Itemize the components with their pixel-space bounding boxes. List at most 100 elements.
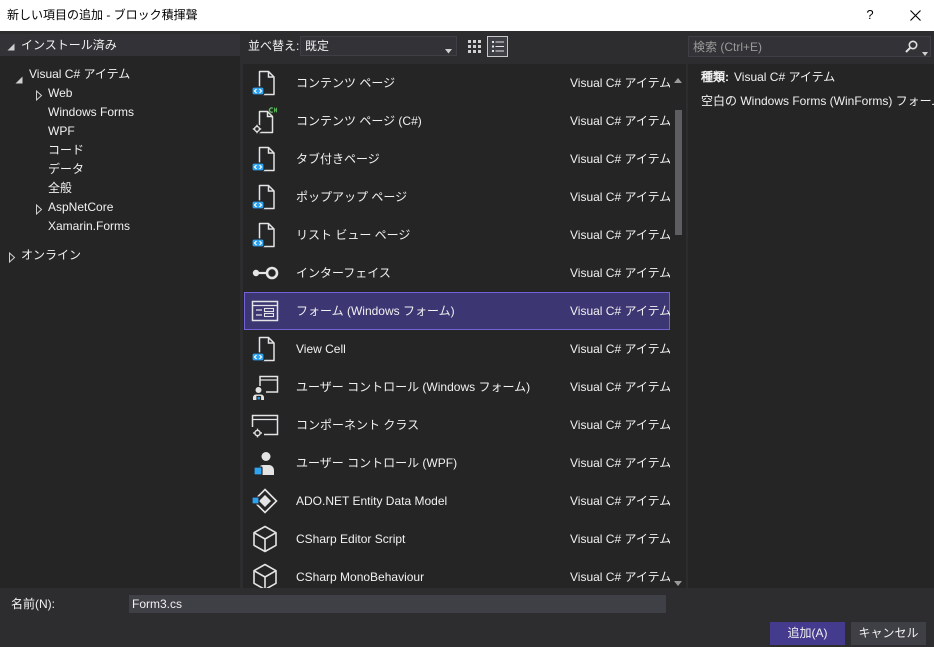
tree-node-web[interactable]: Web bbox=[0, 84, 240, 103]
template-type: Visual C# アイテム bbox=[570, 304, 670, 318]
template-item[interactable]: CSharp Editor Script Visual C# アイテム bbox=[244, 520, 670, 558]
template-name: CSharp Editor Script bbox=[296, 532, 406, 546]
user-control-icon bbox=[250, 372, 280, 402]
template-name: リスト ビュー ページ bbox=[296, 228, 411, 242]
template-type: Visual C# アイテム bbox=[570, 266, 670, 280]
collapsed-arrow-icon[interactable] bbox=[35, 88, 43, 102]
category-installed[interactable]: インストール済み bbox=[0, 34, 240, 56]
sort-value: 既定 bbox=[305, 39, 330, 53]
tree-node-visual-csharp-items[interactable]: Visual C# アイテム bbox=[0, 65, 240, 84]
scroll-up-arrow-icon[interactable] bbox=[674, 72, 682, 86]
tree-node-general[interactable]: 全般 bbox=[0, 179, 240, 198]
template-item[interactable]: コンテンツ ページ (C#) Visual C# アイテム bbox=[244, 102, 670, 140]
template-item[interactable]: コンポーネント クラス Visual C# アイテム bbox=[244, 406, 670, 444]
collapsed-arrow-icon[interactable] bbox=[35, 202, 43, 216]
template-item[interactable]: ユーザー コントロール (Windows フォーム) Visual C# アイテム bbox=[244, 368, 670, 406]
template-item[interactable]: ポップアップ ページ Visual C# アイテム bbox=[244, 178, 670, 216]
template-name: コンテンツ ページ (C#) bbox=[296, 114, 422, 128]
page-icon bbox=[250, 182, 280, 212]
tree-node-label: Web bbox=[48, 86, 73, 100]
details-description: 空白の Windows Forms (WinForms) フォーム bbox=[701, 94, 934, 108]
template-name: ポップアップ ページ bbox=[296, 190, 408, 204]
template-type: Visual C# アイテム bbox=[570, 532, 670, 546]
template-name: ユーザー コントロール (WPF) bbox=[296, 456, 458, 470]
cancel-button[interactable]: キャンセル bbox=[851, 622, 926, 645]
template-name: CSharp MonoBehaviour bbox=[296, 570, 425, 584]
template-type: Visual C# アイテム bbox=[570, 456, 670, 470]
template-item[interactable]: リスト ビュー ページ Visual C# アイテム bbox=[244, 216, 670, 254]
chevron-down-icon bbox=[445, 43, 452, 57]
scrollbar-thumb[interactable] bbox=[675, 110, 682, 235]
template-item[interactable]: ユーザー コントロール (WPF) Visual C# アイテム bbox=[244, 444, 670, 482]
grid-view-button[interactable] bbox=[464, 36, 485, 57]
add-button[interactable]: 追加(A) bbox=[770, 622, 845, 645]
tree-node-label: Windows Forms bbox=[48, 105, 135, 119]
tree-node-label: コード bbox=[48, 143, 85, 157]
wpf-user-control-icon bbox=[250, 448, 280, 478]
tree-node-data[interactable]: データ bbox=[0, 160, 240, 179]
template-item[interactable]: ADO.NET Entity Data Model Visual C# アイテム bbox=[244, 482, 670, 520]
template-item[interactable]: インターフェイス Visual C# アイテム bbox=[244, 254, 670, 292]
csharp-page-icon bbox=[250, 106, 280, 136]
template-item[interactable]: CSharp MonoBehaviour Visual C# アイテム bbox=[244, 558, 670, 588]
details-type-value: Visual C# アイテム bbox=[734, 70, 836, 84]
tree-node-label: Visual C# アイテム bbox=[29, 67, 131, 81]
window-title: 新しい項目の追加 - ブロック積揮聲 bbox=[7, 8, 198, 22]
template-list-scrollbar[interactable] bbox=[670, 64, 686, 588]
template-name: コンテンツ ページ bbox=[296, 76, 396, 90]
page-icon bbox=[250, 220, 280, 250]
name-label: 名前(N): bbox=[11, 597, 55, 611]
template-type: Visual C# アイテム bbox=[570, 114, 670, 128]
expanded-arrow-icon[interactable] bbox=[7, 40, 15, 51]
template-name: View Cell bbox=[296, 342, 346, 356]
template-item[interactable]: View Cell Visual C# アイテム bbox=[244, 330, 670, 368]
tree-node-label: Xamarin.Forms bbox=[48, 219, 131, 233]
unity-script-icon bbox=[250, 562, 280, 588]
tree-node-aspnetcore[interactable]: AspNetCore bbox=[0, 198, 240, 217]
category-online[interactable]: オンライン bbox=[0, 246, 240, 265]
template-tree: Visual C# アイテム Web Windows Forms WPF コード… bbox=[0, 56, 240, 588]
template-list[interactable]: コンテンツ ページ Visual C# アイテム コンテンツ ページ (C#) Vis… bbox=[243, 64, 670, 588]
template-type: Visual C# アイテム bbox=[570, 190, 670, 204]
page-icon bbox=[250, 334, 280, 364]
unity-script-icon bbox=[250, 524, 280, 554]
template-name: タブ付きページ bbox=[296, 152, 380, 166]
form-icon bbox=[250, 296, 280, 326]
scroll-down-arrow-icon[interactable] bbox=[674, 575, 682, 589]
template-type: Visual C# アイテム bbox=[570, 76, 670, 90]
tree-node-wpf[interactable]: WPF bbox=[0, 122, 240, 141]
template-item[interactable]: コンテンツ ページ Visual C# アイテム bbox=[244, 64, 670, 102]
interface-icon bbox=[250, 258, 280, 288]
tree-node-code[interactable]: コード bbox=[0, 141, 240, 160]
template-name: ADO.NET Entity Data Model bbox=[296, 494, 448, 508]
tree-node-label: 全般 bbox=[48, 181, 73, 195]
tree-node-windows-forms[interactable]: Windows Forms bbox=[0, 103, 240, 122]
expanded-arrow-icon[interactable] bbox=[15, 71, 23, 84]
search-icon[interactable] bbox=[905, 40, 918, 56]
template-type: Visual C# アイテム bbox=[570, 228, 670, 242]
entity-model-icon bbox=[250, 486, 280, 516]
search-box[interactable] bbox=[688, 36, 931, 57]
tree-node-xamarin-forms[interactable]: Xamarin.Forms bbox=[0, 217, 240, 236]
template-name: フォーム (Windows フォーム) bbox=[296, 304, 455, 318]
list-view-icon bbox=[491, 41, 504, 52]
name-field[interactable] bbox=[129, 595, 666, 613]
help-button[interactable]: ? bbox=[858, 0, 882, 31]
template-item[interactable]: タブ付きページ Visual C# アイテム bbox=[244, 140, 670, 178]
template-type: Visual C# アイテム bbox=[570, 380, 670, 394]
template-name: コンポーネント クラス bbox=[296, 418, 420, 432]
category-label: オンライン bbox=[21, 248, 82, 262]
search-input[interactable] bbox=[693, 38, 898, 55]
template-name: ユーザー コントロール (Windows フォーム) bbox=[296, 380, 531, 394]
close-button[interactable] bbox=[901, 0, 929, 31]
template-item[interactable]: フォーム (Windows フォーム) Visual C# アイテム bbox=[244, 292, 670, 330]
category-label: インストール済み bbox=[21, 38, 117, 52]
details-type: 種類: Visual C# アイテム bbox=[701, 69, 835, 85]
sort-dropdown[interactable]: 既定 bbox=[300, 36, 457, 56]
title-bar: 新しい項目の追加 - ブロック積揮聲 ? bbox=[0, 0, 934, 31]
template-type: Visual C# アイテム bbox=[570, 494, 670, 508]
template-type: Visual C# アイテム bbox=[570, 570, 670, 584]
search-options-arrow-icon[interactable] bbox=[922, 45, 928, 59]
collapsed-arrow-icon[interactable] bbox=[8, 250, 16, 264]
list-view-button[interactable] bbox=[487, 36, 508, 57]
